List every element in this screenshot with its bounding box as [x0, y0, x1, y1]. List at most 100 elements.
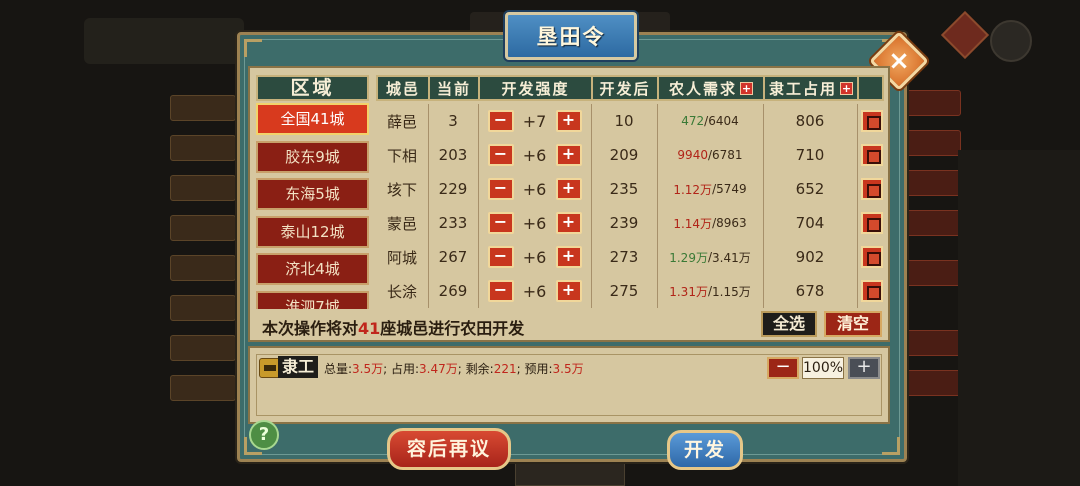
labor-increase-button[interactable]: +	[848, 357, 880, 379]
select-cell	[857, 274, 886, 308]
demand-current: 1.12万	[673, 182, 713, 197]
header-after: 开发后	[591, 75, 659, 101]
intensity-increase-button[interactable]: +	[555, 110, 582, 132]
city-table: 薛邑 3− +7 +10 472/6404 806 下相 203− +6 +209 9940/678…	[376, 104, 886, 308]
develop-button[interactable]: 开发	[667, 430, 743, 470]
header-demand: 农人需求 +	[657, 75, 765, 101]
background-bottom-tab	[515, 460, 625, 486]
region-item-taishan[interactable]: 泰山12城	[256, 216, 369, 248]
intensity-value: +7	[522, 111, 547, 131]
dialog-title: 垦田令	[505, 12, 637, 60]
header-current: 当前	[428, 75, 480, 101]
labor-usage: 902	[795, 248, 825, 266]
operation-prefix: 本次操作将对	[262, 319, 359, 338]
intensity-value: +6	[522, 213, 547, 233]
demand-add-icon[interactable]: +	[740, 81, 753, 95]
background-menu-item	[170, 135, 236, 161]
labor-usage: 704	[795, 214, 825, 232]
region-item-huaisi[interactable]: 淮泗7城	[256, 291, 369, 309]
intensity-control: − +6 +	[478, 240, 591, 274]
farmer-demand: 1.31万/1.15万	[657, 274, 763, 308]
farmer-demand: 1.29万/3.41万	[657, 240, 763, 274]
labor-add-icon[interactable]: +	[840, 81, 853, 95]
demand-required: 1.15万	[712, 284, 751, 299]
region-item-jibei[interactable]: 济北4城	[256, 253, 369, 285]
city-name: 薛邑	[386, 112, 417, 131]
help-button[interactable]: ?	[249, 420, 279, 450]
region-header: 区域	[256, 75, 369, 101]
clear-button[interactable]: 清空	[824, 311, 882, 337]
table-row: 长涂 269 − +6 +275 1.31万/1.15万 678	[376, 274, 886, 308]
labor-decrease-button[interactable]: −	[767, 357, 799, 379]
intensity-increase-button[interactable]: +	[555, 212, 582, 234]
operation-count: 41	[358, 319, 381, 338]
table-row: 蒙邑 233 − +6 +239 1.14万/8963 704	[376, 206, 886, 240]
select-cell	[857, 206, 886, 240]
intensity-control: − +7 +	[478, 104, 591, 138]
labor-reserve: 3.5万	[552, 362, 584, 376]
labor-usage: 806	[795, 112, 825, 130]
labor-used: 3.47万	[419, 362, 458, 376]
select-all-button[interactable]: 全选	[761, 311, 817, 337]
region-item-donghai[interactable]: 东海5城	[256, 178, 369, 210]
background-red-icon	[940, 10, 990, 60]
header-demand-label: 农人需求	[668, 79, 737, 98]
intensity-increase-button[interactable]: +	[555, 246, 582, 268]
intensity-increase-button[interactable]: +	[555, 144, 582, 166]
header-intensity: 开发强度	[478, 75, 593, 101]
region-list[interactable]: 全国41城 胶东9城 东海5城 泰山12城 济北4城 淮泗7城	[256, 103, 369, 309]
intensity-value: +6	[522, 179, 547, 199]
operation-suffix: 座城邑进行农田开发	[380, 319, 525, 338]
demand-required: 5749	[716, 182, 747, 196]
row-select-checkbox[interactable]	[860, 246, 883, 268]
postpone-button[interactable]: 容后再议	[387, 428, 511, 470]
table-row: 薛邑 3 − +7 +10 472/6404 806	[376, 104, 886, 138]
farmer-demand: 1.12万/5749	[657, 172, 763, 206]
background-menu-item	[170, 175, 236, 201]
row-select-checkbox[interactable]	[860, 178, 883, 200]
background-menu-item	[170, 255, 236, 281]
intensity-decrease-button[interactable]: −	[487, 178, 514, 200]
region-item-jiaodong[interactable]: 胶东9城	[256, 141, 369, 173]
background-menu-item	[170, 295, 236, 321]
intensity-value: +6	[522, 247, 547, 267]
demand-current: 1.14万	[673, 216, 713, 231]
background-menu-item	[170, 335, 236, 361]
table-row: 下相 203 − +6 +209 9940/6781 710	[376, 138, 886, 172]
labor-percent-input[interactable]: 100%	[802, 357, 844, 379]
labor-remain-label: ; 剩余:	[457, 362, 494, 376]
operation-summary: 本次操作将对41座城邑进行农田开发	[262, 315, 524, 339]
row-select-checkbox[interactable]	[860, 212, 883, 234]
intensity-decrease-button[interactable]: −	[487, 110, 514, 132]
intensity-value: +6	[522, 281, 547, 301]
after-value: 273	[609, 248, 639, 266]
labor-title: 隶工	[278, 356, 319, 378]
row-select-checkbox[interactable]	[860, 144, 883, 166]
intensity-increase-button[interactable]: +	[555, 178, 582, 200]
header-city: 城邑	[376, 75, 430, 101]
background-left-menu	[170, 75, 240, 405]
intensity-decrease-button[interactable]: −	[487, 144, 514, 166]
intensity-decrease-button[interactable]: −	[487, 280, 514, 302]
background-menu-item	[170, 375, 236, 401]
intensity-decrease-button[interactable]: −	[487, 246, 514, 268]
intensity-decrease-button[interactable]: −	[487, 212, 514, 234]
demand-current: 1.29万	[669, 250, 708, 265]
table-row: 垓下 229 − +6 +235 1.12万/5749 652	[376, 172, 886, 206]
demand-current: 1.31万	[669, 284, 708, 299]
select-cell	[857, 104, 886, 138]
current-value: 203	[438, 146, 468, 164]
intensity-control: − +6 +	[478, 274, 591, 308]
header-labor: 隶工占用 +	[763, 75, 859, 101]
after-value: 209	[609, 146, 639, 164]
row-select-checkbox[interactable]	[860, 280, 883, 302]
intensity-increase-button[interactable]: +	[555, 280, 582, 302]
region-item-all[interactable]: 全国41城	[256, 103, 369, 135]
demand-required: 6404	[708, 114, 739, 128]
row-select-checkbox[interactable]	[860, 110, 883, 132]
labor-reserve-label: ; 预用:	[516, 362, 553, 376]
after-value: 239	[609, 214, 639, 232]
intensity-control: − +6 +	[478, 172, 591, 206]
table-row: 阿城 267 − +6 +273 1.29万/3.41万 902	[376, 240, 886, 274]
labor-usage: 678	[795, 282, 825, 300]
